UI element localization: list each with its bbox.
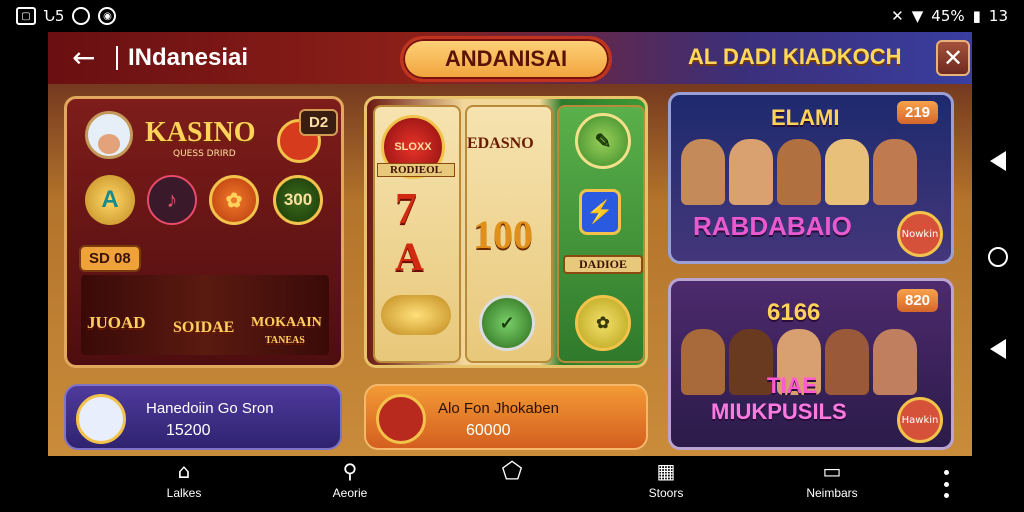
- cards-icon: ▦: [656, 459, 676, 483]
- tab-neimbars[interactable]: ▭ Neimbars: [792, 459, 872, 508]
- back-icon[interactable]: [985, 336, 1011, 362]
- slot-seven: 7: [395, 184, 417, 233]
- title-divider: [116, 46, 118, 70]
- promo-2-title: Alo Fon Jhokaben: [438, 400, 559, 417]
- tiae-title-line1: TIAE: [767, 373, 818, 398]
- slots-left-sub: RODIEOL: [377, 163, 455, 177]
- tiae-title-line2: MIUKPUSILS: [711, 399, 847, 424]
- kasino-stat-badge: SD 08: [79, 245, 141, 272]
- slot-a: A: [395, 234, 424, 279]
- app-title: INdanesiai: [128, 44, 249, 71]
- clock: 13: [988, 7, 1008, 25]
- status-right: ✕ ▼ 45% ▮ 13: [891, 7, 1008, 25]
- coin-300: 300: [273, 175, 323, 225]
- strip-label-3: MOKAAIN: [251, 315, 322, 330]
- tab-label: Stoors: [648, 486, 684, 500]
- strip-label-2: SOIDAE: [173, 319, 235, 336]
- bottom-nav: ⌂ Lalkes ⚲ Aeorie ⬠ ▦ Stoors ▭ Neimbars: [48, 456, 972, 512]
- tab-stoors[interactable]: ▦ Stoors: [626, 459, 706, 508]
- tab-lalkes[interactable]: ⌂ Lalkes: [144, 459, 224, 508]
- rab-top-title: ELAMI: [771, 105, 840, 130]
- slots-mid-label: EDASNO: [467, 135, 534, 152]
- game-card-rabdabaio[interactable]: 219 ELAMI RABDABAIO Nowkin: [668, 92, 954, 264]
- strip-sub: TANEAS: [265, 335, 305, 346]
- tab-center[interactable]: ⬠: [472, 457, 552, 508]
- signal-icon: ✕: [891, 7, 904, 25]
- letter-coin-icon: A: [85, 175, 135, 225]
- tab-label: Aeorie: [332, 486, 368, 500]
- slot-100: 100: [473, 212, 533, 257]
- tiae-pin-icon: Hawkin: [897, 397, 943, 443]
- promo-1-title: Hanedoiin Go Sron: [146, 400, 274, 417]
- tiae-corner-badge: 820: [897, 289, 939, 312]
- yellow-chip-icon: ✿: [575, 295, 631, 351]
- app-window: ← INdanesiai ANDANISAI AL DADI KIADKOCH …: [48, 32, 972, 456]
- battery-text: 45%: [931, 7, 965, 25]
- game-card-kasino[interactable]: KASINO QUESS DRIRD D2 A ♪ ✿ 300 SD 08 JU…: [64, 96, 344, 368]
- status-left: ▢ Ն5 ◉: [16, 7, 117, 25]
- promo-1-value: 15200: [166, 422, 211, 439]
- game-card-tiae[interactable]: 820 6166 TIAE MIUKPUSILS Hawkin: [668, 278, 954, 450]
- guitar-icon: ♪: [147, 175, 197, 225]
- pentagon-home-icon: ⬠: [501, 457, 523, 485]
- home-circle-icon[interactable]: [985, 244, 1011, 270]
- slots-right-label: DADIOE: [563, 255, 643, 274]
- tab-aeorie[interactable]: ⚲ Aeorie: [310, 459, 390, 508]
- game-card-slots[interactable]: SLOXX RODIEOL EDASNO ✎ 7 A 100 ⚡ DADIOE …: [364, 96, 648, 368]
- flower-coin-icon: ✿: [209, 175, 259, 225]
- system-nav: [972, 32, 1024, 512]
- rab-characters: [681, 139, 917, 205]
- shield-icon: ⚡: [579, 189, 621, 235]
- promo-card-1[interactable]: Hanedoiin Go Sron 15200: [64, 384, 342, 450]
- slot-green-ball-icon: ✎: [575, 113, 631, 169]
- rab-title: RABDABAIO: [693, 211, 852, 241]
- header-right-title: AL DADI KIADKOCH: [688, 44, 902, 69]
- wrench-icon: [376, 394, 426, 444]
- pencil-icon: [76, 394, 126, 444]
- circle-icon: [72, 7, 91, 25]
- status-bar: ▢ Ն5 ◉ ✕ ▼ 45% ▮ 13: [0, 0, 1024, 32]
- camera-icon: ◉: [98, 7, 117, 25]
- back-arrow-icon[interactable]: ←: [72, 42, 104, 74]
- tab-label: Lalkes: [166, 486, 202, 500]
- green-chip-icon: ✓: [479, 295, 535, 351]
- kasino-art-strip: JUOAD SOIDAE MOKAAIN TANEAS: [81, 275, 329, 355]
- tiae-top-title: 6166: [767, 299, 821, 326]
- center-pill-button[interactable]: ANDANISAI: [400, 36, 612, 82]
- chef-avatar: [85, 111, 133, 159]
- rab-corner-badge: 219: [897, 101, 939, 124]
- kasino-corner-badge: D2: [299, 109, 339, 136]
- battery-icon: ▮: [972, 7, 981, 25]
- status-left-text: Ն5: [44, 7, 65, 25]
- strip-label-1: JUOAD: [87, 313, 146, 332]
- close-icon[interactable]: ✕: [936, 40, 970, 76]
- app-header: ← INdanesiai ANDANISAI AL DADI KIADKOCH …: [48, 32, 972, 84]
- wifi-icon: ▼: [911, 7, 924, 25]
- gold-coins-icon: [381, 295, 451, 335]
- image-icon: ▢: [16, 7, 36, 25]
- back-icon[interactable]: [985, 148, 1011, 174]
- kasino-subtitle: QUESS DRIRD: [173, 149, 236, 159]
- promo-card-2[interactable]: Alo Fon Jhokaben 60000: [364, 384, 648, 450]
- more-vert-icon[interactable]: [936, 470, 956, 498]
- kasino-title: KASINO: [145, 117, 256, 148]
- search-icon: ⚲: [342, 459, 358, 483]
- promo-2-value: 60000: [466, 422, 511, 439]
- tab-label: Neimbars: [806, 486, 858, 500]
- rab-pin-icon: Nowkin: [897, 211, 943, 257]
- home-icon: ⌂: [177, 459, 191, 483]
- wallet-icon: ▭: [822, 459, 842, 483]
